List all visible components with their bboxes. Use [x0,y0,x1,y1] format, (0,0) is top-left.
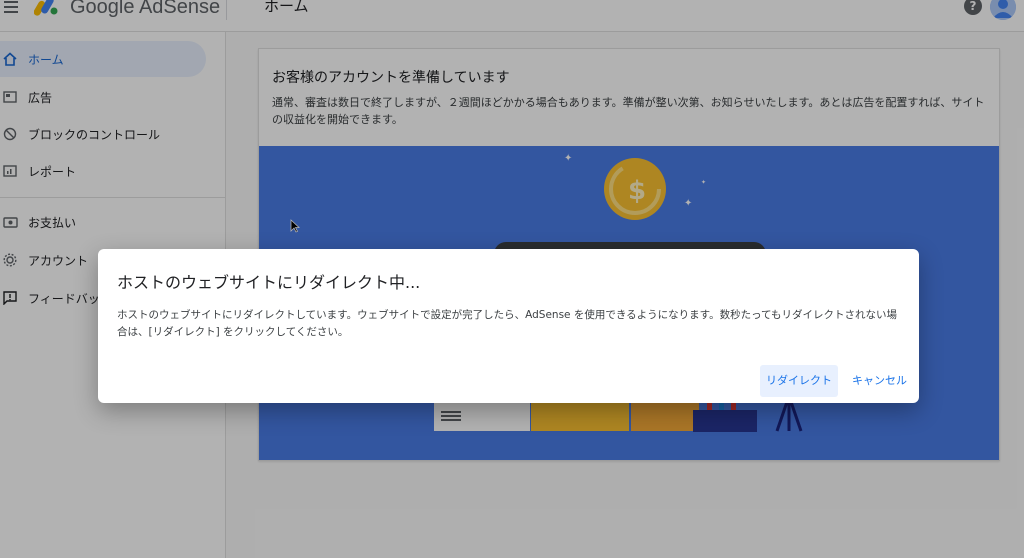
dialog-title: ホストのウェブサイトにリダイレクト中... [117,273,421,292]
redirect-button[interactable]: リダイレクト [760,365,838,397]
cancel-button[interactable]: キャンセル [846,365,910,397]
redirect-dialog: ホストのウェブサイトにリダイレクト中... ホストのウェブサイトにリダイレクトし… [98,249,919,403]
dialog-body: ホストのウェブサイトにリダイレクトしています。ウェブサイトで設定が完了したら、A… [117,309,898,338]
